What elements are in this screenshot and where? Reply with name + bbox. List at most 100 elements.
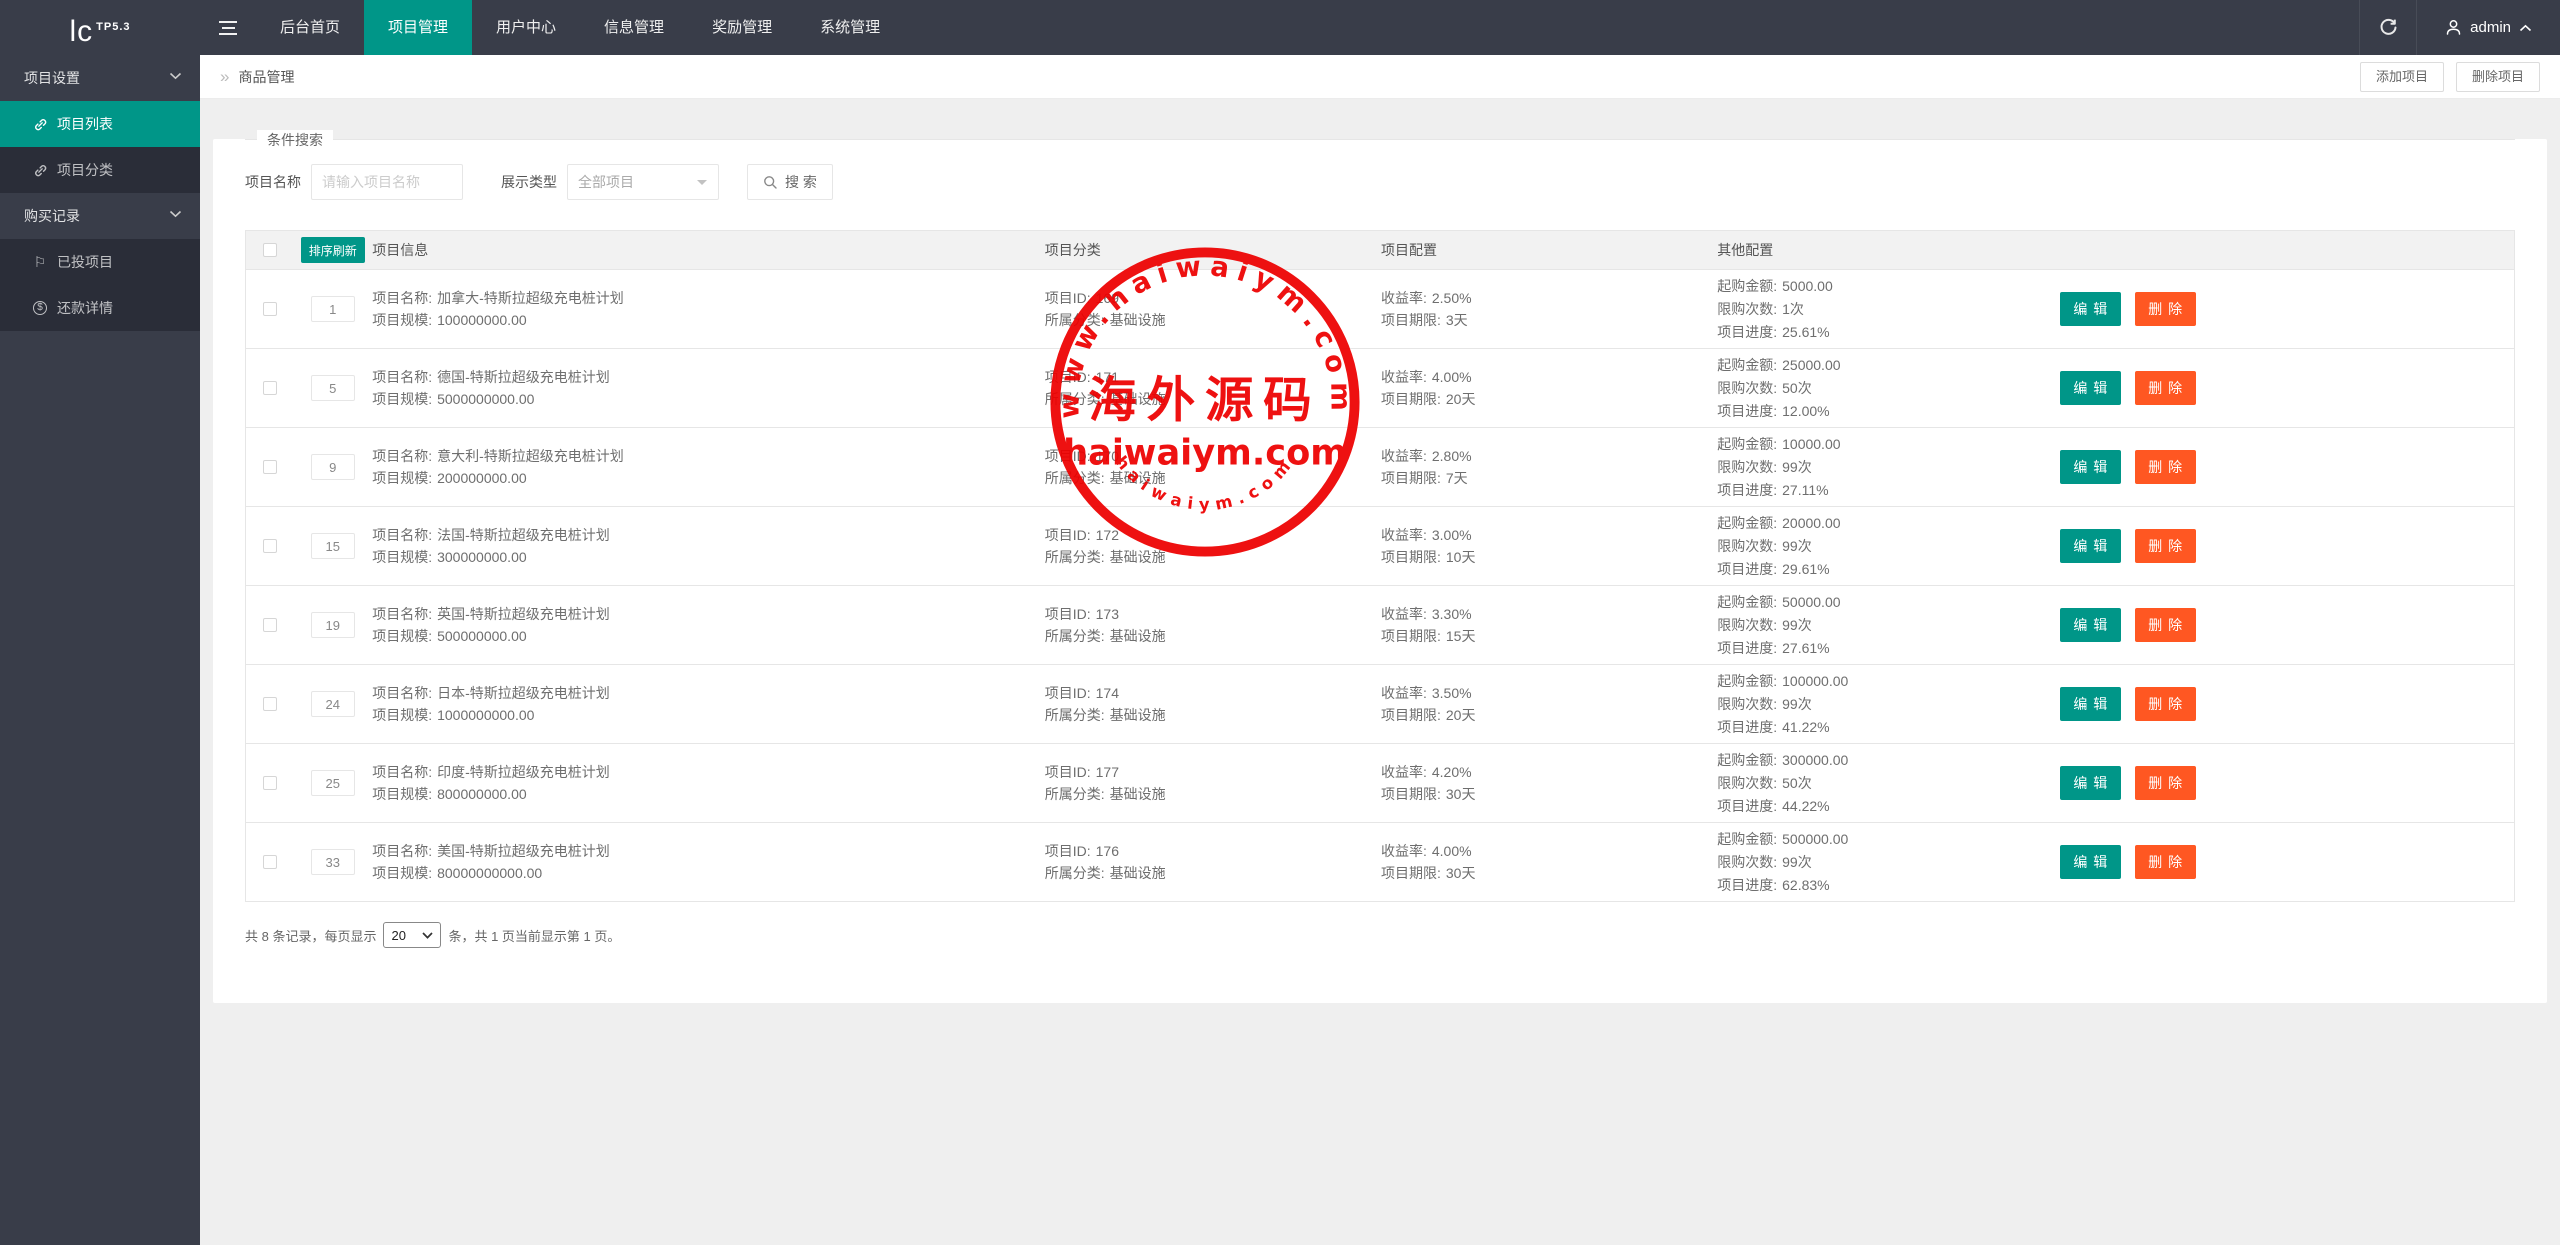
- min-amount-label: 起购金额:: [1717, 278, 1777, 294]
- project-id-value: 171: [1096, 369, 1119, 385]
- sort-order-input[interactable]: [311, 533, 355, 559]
- row-checkbox[interactable]: [263, 776, 277, 790]
- sidebar-group-project-settings[interactable]: 项目设置: [0, 55, 200, 101]
- search-icon: [763, 175, 778, 190]
- edit-button[interactable]: 编 辑: [2060, 529, 2121, 563]
- limit-value: 99次: [1782, 854, 1812, 870]
- project-id-value: 173: [1096, 606, 1119, 622]
- project-category-label: 所属分类:: [1045, 549, 1105, 565]
- edit-button[interactable]: 编 辑: [2060, 371, 2121, 405]
- edit-button[interactable]: 编 辑: [2060, 845, 2121, 879]
- project-name-value: 德国-特斯拉超级充电桩计划: [437, 369, 610, 385]
- edit-button[interactable]: 编 辑: [2060, 687, 2121, 721]
- term-value: 30天: [1446, 786, 1476, 802]
- top-menu-item[interactable]: 用户中心: [472, 0, 580, 55]
- term-value: 20天: [1446, 391, 1476, 407]
- hamburger-icon[interactable]: [200, 0, 256, 55]
- edit-button[interactable]: 编 辑: [2060, 292, 2121, 326]
- sidebar-item-invested-projects[interactable]: ⚐ 已投项目: [0, 239, 200, 285]
- delete-button[interactable]: 删 除: [2135, 687, 2196, 721]
- top-menu-item[interactable]: 系统管理: [796, 0, 904, 55]
- project-scale-value: 300000000.00: [437, 549, 527, 565]
- table-row: 项目名称:美国-特斯拉超级充电桩计划 项目规模:80000000000.00 项…: [246, 822, 2514, 901]
- project-id-label: 项目ID:: [1045, 606, 1091, 622]
- row-checkbox[interactable]: [263, 460, 277, 474]
- edit-button[interactable]: 编 辑: [2060, 450, 2121, 484]
- edit-button[interactable]: 编 辑: [2060, 766, 2121, 800]
- sort-refresh-button[interactable]: 排序刷新: [301, 237, 365, 263]
- breadcrumb-arrow-icon: »: [220, 67, 229, 87]
- limit-value: 99次: [1782, 459, 1812, 475]
- delete-button[interactable]: 删 除: [2135, 371, 2196, 405]
- page-size-select[interactable]: 20: [383, 922, 441, 948]
- page-title: 商品管理: [238, 67, 294, 87]
- sort-order-input[interactable]: [311, 612, 355, 638]
- progress-value: 44.22%: [1782, 798, 1829, 814]
- content-card: 条件搜索 项目名称 展示类型 全部项目 搜 索 排序刷新 项目信息: [213, 139, 2547, 1003]
- project-scale-value: 800000000.00: [437, 786, 527, 802]
- row-checkbox[interactable]: [263, 381, 277, 395]
- topbar: lcTP5.3 后台首页项目管理用户中心信息管理奖励管理系统管理 admin: [0, 0, 2560, 55]
- sort-order-input[interactable]: [311, 770, 355, 796]
- delete-button[interactable]: 删 除: [2135, 608, 2196, 642]
- project-name-value: 英国-特斯拉超级充电桩计划: [437, 606, 610, 622]
- min-amount-label: 起购金额:: [1717, 594, 1777, 610]
- term-label: 项目期限:: [1381, 786, 1441, 802]
- project-category-label: 所属分类:: [1045, 312, 1105, 328]
- sort-order-input[interactable]: [311, 691, 355, 717]
- sidebar-item-repayment-details[interactable]: $ 还款详情: [0, 285, 200, 331]
- edit-button[interactable]: 编 辑: [2060, 608, 2121, 642]
- progress-label: 项目进度:: [1717, 403, 1777, 419]
- sort-order-input[interactable]: [311, 375, 355, 401]
- progress-label: 项目进度:: [1717, 719, 1777, 735]
- delete-button[interactable]: 删 除: [2135, 529, 2196, 563]
- delete-project-button[interactable]: 删除项目: [2456, 62, 2540, 92]
- sort-order-input[interactable]: [311, 296, 355, 322]
- refresh-button[interactable]: [2359, 0, 2417, 55]
- top-menu-item[interactable]: 后台首页: [256, 0, 364, 55]
- min-amount-label: 起购金额:: [1717, 831, 1777, 847]
- delete-button[interactable]: 删 除: [2135, 450, 2196, 484]
- row-checkbox[interactable]: [263, 855, 277, 869]
- table-header: 排序刷新 项目信息 项目分类 项目配置 其他配置: [246, 231, 2514, 269]
- sidebar-item-project-category[interactable]: 项目分类: [0, 147, 200, 193]
- rate-label: 收益率:: [1381, 843, 1427, 859]
- project-id-label: 项目ID:: [1045, 448, 1091, 464]
- progress-label: 项目进度:: [1717, 561, 1777, 577]
- rate-value: 2.80%: [1432, 448, 1472, 464]
- project-scale-label: 项目规模:: [372, 707, 432, 723]
- project-category-value: 基础设施: [1110, 707, 1166, 723]
- rate-label: 收益率:: [1381, 685, 1427, 701]
- min-amount-value: 5000.00: [1782, 278, 1833, 294]
- row-checkbox[interactable]: [263, 302, 277, 316]
- project-scale-label: 项目规模:: [372, 312, 432, 328]
- top-menu-item[interactable]: 项目管理: [364, 0, 472, 55]
- sidebar-group-purchase-records[interactable]: 购买记录: [0, 193, 200, 239]
- project-category-label: 所属分类:: [1045, 391, 1105, 407]
- select-all-checkbox[interactable]: [263, 243, 277, 257]
- progress-label: 项目进度:: [1717, 877, 1777, 893]
- row-checkbox[interactable]: [263, 697, 277, 711]
- sort-order-input[interactable]: [311, 849, 355, 875]
- display-type-select[interactable]: 全部项目: [567, 164, 719, 200]
- flag-icon: ⚐: [32, 254, 48, 270]
- row-checkbox[interactable]: [263, 618, 277, 632]
- table-body: 项目名称:加拿大-特斯拉超级充电桩计划 项目规模:100000000.00 项目…: [246, 269, 2514, 901]
- user-menu[interactable]: admin: [2417, 0, 2560, 55]
- row-checkbox[interactable]: [263, 539, 277, 553]
- sidebar-item-project-list[interactable]: 项目列表: [0, 101, 200, 147]
- progress-label: 项目进度:: [1717, 798, 1777, 814]
- project-name-input[interactable]: [311, 164, 463, 200]
- top-menu-item[interactable]: 奖励管理: [688, 0, 796, 55]
- delete-button[interactable]: 删 除: [2135, 845, 2196, 879]
- project-scale-label: 项目规模:: [372, 391, 432, 407]
- top-menu-item[interactable]: 信息管理: [580, 0, 688, 55]
- rate-label: 收益率:: [1381, 290, 1427, 306]
- delete-button[interactable]: 删 除: [2135, 766, 2196, 800]
- chevron-down-icon: [422, 932, 433, 939]
- pagination: 共 8 条记录，每页显示 20 条，共 1 页当前显示第 1 页。: [245, 922, 2515, 948]
- add-project-button[interactable]: 添加项目: [2360, 62, 2444, 92]
- delete-button[interactable]: 删 除: [2135, 292, 2196, 326]
- sort-order-input[interactable]: [311, 454, 355, 480]
- search-button[interactable]: 搜 索: [747, 164, 833, 200]
